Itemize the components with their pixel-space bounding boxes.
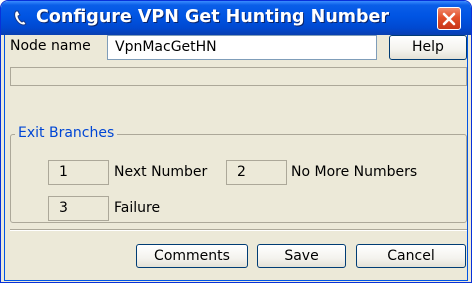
save-button[interactable]: Save — [257, 244, 346, 268]
status-bar — [10, 67, 467, 86]
window-title: Configure VPN Get Hunting Number — [36, 7, 390, 27]
button-separator — [10, 229, 467, 231]
exit-branch-label: Next Number — [114, 164, 208, 180]
help-button[interactable]: Help — [389, 35, 467, 60]
title-bar[interactable]: Configure VPN Get Hunting Number — [1, 1, 471, 35]
close-button[interactable] — [437, 7, 461, 30]
exit-branch-label: No More Numbers — [291, 164, 418, 180]
exit-branches-title: Exit Branches — [15, 125, 118, 141]
dialog-window: Configure VPN Get Hunting Number Node na… — [0, 0, 472, 283]
exit-branch-number: 3 — [48, 196, 109, 221]
phone-icon — [14, 10, 27, 26]
comments-button[interactable]: Comments — [136, 244, 248, 268]
exit-branch-number: 2 — [226, 160, 287, 185]
exit-branch-label: Failure — [114, 200, 161, 216]
exit-branch-number: 1 — [48, 160, 109, 185]
node-name-input[interactable]: VpnMacGetHN — [107, 35, 377, 60]
cancel-button[interactable]: Cancel — [356, 244, 466, 268]
node-name-label: Node name — [10, 38, 91, 54]
close-icon — [442, 12, 456, 26]
